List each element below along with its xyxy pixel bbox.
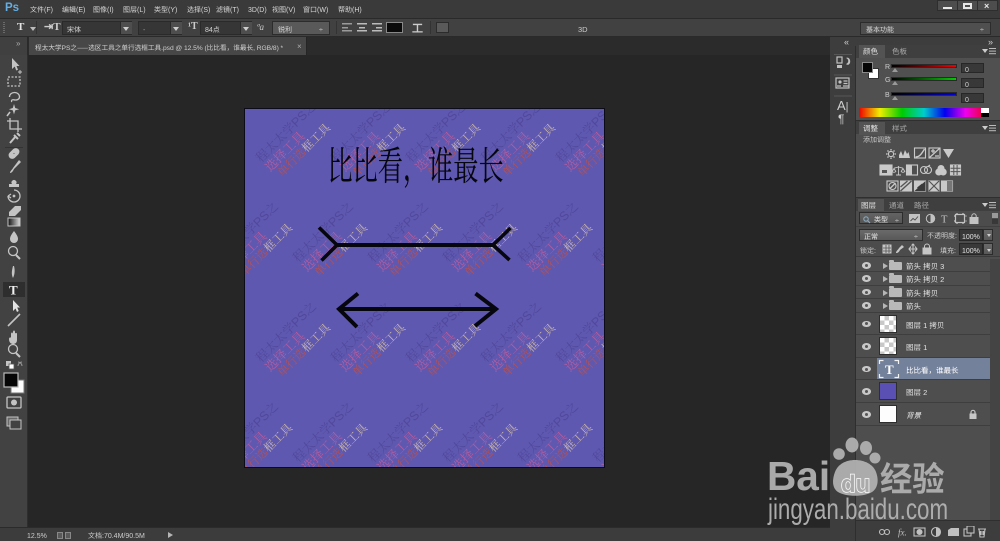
svg-text:¶: ¶: [838, 112, 844, 126]
svg-text:T: T: [941, 215, 948, 226]
svg-text:jingyan.baidu.com: jingyan.baidu.com: [767, 492, 948, 526]
svg-text:比比看，谁最长: 比比看，谁最长: [327, 135, 503, 192]
svg-text:A|: A|: [837, 98, 849, 113]
svg-text:T: T: [885, 362, 894, 377]
svg-text:T: T: [9, 283, 18, 298]
